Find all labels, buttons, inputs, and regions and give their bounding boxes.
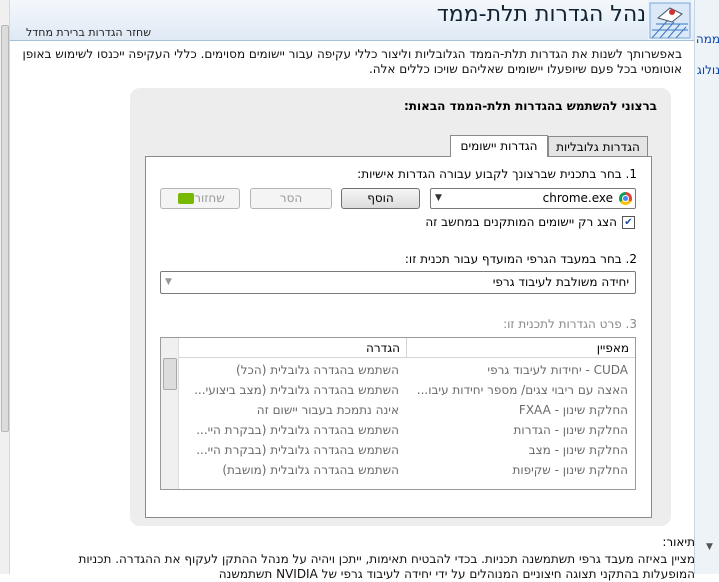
- chevron-down-icon: ▼: [435, 193, 442, 203]
- table-row-feature[interactable]: החלקת שינון - מצב: [529, 440, 628, 460]
- step2-label: 2. בחר במעבד הגרפי המועדף עבור תכנית זו:: [404, 252, 637, 266]
- tab-global-settings[interactable]: הגדרות גלובליות: [548, 136, 648, 157]
- task-link-2[interactable]: נולוג: [697, 63, 719, 77]
- tab-program-settings[interactable]: הגדרות יישומים: [450, 135, 548, 157]
- settings-question: ברצוני להשתמש בהגדרות תלת-הממד הבאות:: [404, 99, 657, 113]
- table-row-feature[interactable]: החלקת שינון - הגדרות: [514, 420, 628, 440]
- program-select-value: chrome.exe: [542, 191, 613, 205]
- page-scrollbar-thumb[interactable]: [1, 25, 9, 432]
- gpu-select-value: יחידה משולבת לעיבוד גרפי: [492, 275, 629, 289]
- step3-label: 3. פרט הגדרות לתכנית זו:: [503, 317, 637, 331]
- table-scrollbar[interactable]: [161, 338, 179, 489]
- restore-button-label: שחזור: [194, 191, 225, 205]
- column-header-setting[interactable]: הגדרה: [179, 338, 406, 358]
- panel-scroll-arrow-icon[interactable]: ▼: [706, 542, 716, 562]
- column-header-feature[interactable]: מאפיין: [406, 338, 635, 358]
- restore-button[interactable]: שחזור: [160, 188, 240, 209]
- table-row-setting[interactable]: השתמש בהגדרה גלובלית (מושבת): [222, 460, 399, 480]
- installed-only-checkbox[interactable]: ✔: [622, 216, 635, 229]
- page-scrollbar[interactable]: [0, 0, 10, 574]
- chrome-icon: [619, 192, 632, 205]
- installed-only-label: הצג רק יישומים המותקנים במחשב זה: [425, 215, 617, 229]
- gpu-select[interactable]: ▼ יחידה משולבת לעיבוד גרפי: [160, 271, 636, 294]
- intro-text: באפשרותך לשנות את הגדרות תלת-הממד הגלובל…: [22, 47, 682, 76]
- page-title: נהל הגדרות תלת-ממד: [436, 2, 646, 27]
- task-link-1[interactable]: ממה: [696, 32, 719, 46]
- table-row-feature[interactable]: האצה עם ריבוי צגים/ מספר יחידות עיבו...: [417, 380, 628, 400]
- page-header: נהל הגדרות תלת-ממד שחזר הגדרות ברירת מחד…: [10, 0, 694, 41]
- settings-table: מאפיין הגדרה CUDA - יחידות לעיבוד גרפי ה…: [160, 337, 636, 490]
- table-row-feature[interactable]: החלקת שינון - FXAA: [519, 400, 628, 420]
- table-row-setting[interactable]: השתמש בהגדרה גלובלית (מצב ביצועי...: [194, 380, 399, 400]
- add-button[interactable]: הוסף: [341, 188, 420, 209]
- table-row-setting[interactable]: השתמש בהגדרה גלובלית (הכל): [236, 360, 399, 380]
- table-row-feature[interactable]: CUDA - יחידות לעיבוד גרפי: [487, 360, 628, 380]
- table-row-setting[interactable]: אינה נתמכת בעבור יישום זה: [257, 400, 399, 420]
- description-label: תיאור:: [662, 535, 695, 549]
- description-text: מציין באיזה מעבד גרפי תשתמשנה תכניות. בכ…: [78, 552, 696, 581]
- table-scrollbar-thumb[interactable]: [163, 358, 177, 390]
- nvidia-icon: [178, 193, 195, 204]
- task-panel: ממה נולוג ▼: [694, 0, 719, 574]
- table-row-setting[interactable]: השתמש בהגדרה גלובלית (בבקרת היי...: [196, 420, 399, 440]
- step1-label: 1. בחר בתכנית שברצונך לקבוע עבורה הגדרות…: [357, 167, 637, 181]
- table-row-feature[interactable]: החלקת שינון - שקיפות: [512, 460, 628, 480]
- program-select[interactable]: ▼ chrome.exe: [430, 188, 636, 209]
- restore-defaults-link[interactable]: שחזר הגדרות ברירת מחדל: [26, 26, 151, 39]
- chevron-down-icon: ▼: [165, 277, 172, 287]
- table-row-setting[interactable]: השתמש בהגדרה גלובלית (בבקרת היי...: [196, 440, 399, 460]
- remove-button[interactable]: הסר: [250, 188, 332, 209]
- 3d-settings-logo-icon: [648, 0, 692, 40]
